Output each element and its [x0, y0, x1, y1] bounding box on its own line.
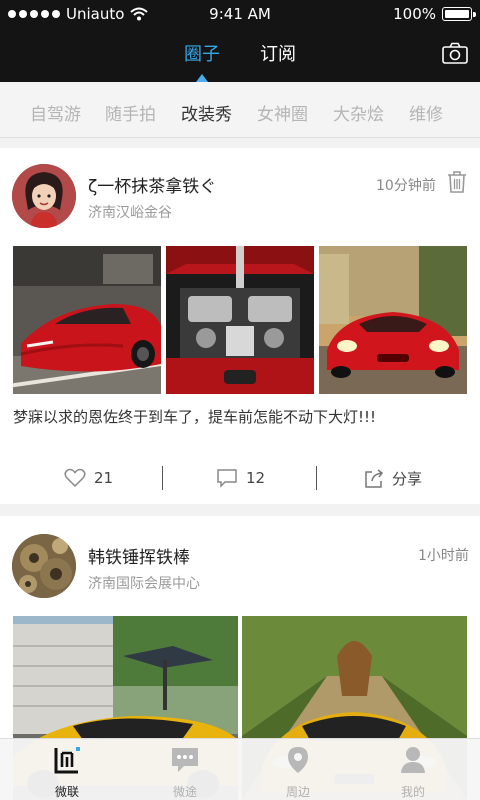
avatar-illustration: [12, 164, 76, 228]
tab-label: 周边: [285, 785, 310, 799]
like-button[interactable]: 21: [64, 468, 113, 488]
post-photo[interactable]: [319, 246, 467, 394]
trash-icon[interactable]: [446, 170, 468, 194]
category-nvshenquan[interactable]: 女神圈: [257, 100, 308, 125]
post-location: 济南国际会展中心: [88, 576, 200, 592]
post-photo[interactable]: [166, 246, 314, 394]
share-button[interactable]: 分享: [364, 468, 422, 489]
category-weixiu[interactable]: 维修: [409, 100, 443, 125]
status-right: 100%: [393, 5, 476, 23]
category-gaizhuangxiu[interactable]: 改装秀: [181, 100, 232, 125]
post-time: 1小时前: [418, 548, 469, 564]
gears-avatar: [12, 534, 76, 598]
weilian-logo-icon: [54, 747, 80, 774]
active-tab-indicator: [196, 74, 208, 82]
post-card: ζ一杯抹茶拿铁ぐ 济南汉峪金谷 10分钟前 梦寐以求的恩佐终于到车了，提车前怎能…: [0, 148, 480, 504]
person-icon: [401, 747, 425, 773]
share-label: 分享: [392, 470, 423, 488]
tab-wode[interactable]: 我的: [373, 745, 453, 800]
red-car-photo: [13, 246, 161, 394]
status-bar: Uniauto 9:41 AM 100%: [0, 0, 480, 28]
location-pin-icon: [288, 747, 308, 773]
post-text: 梦寐以求的恩佐终于到车了，提车前怎能不动下大灯!!!: [13, 408, 377, 426]
chat-bubble-icon: [172, 748, 198, 772]
red-car-front-photo: [319, 246, 467, 394]
comment-icon: [217, 469, 237, 488]
tab-label: 微联: [54, 785, 79, 799]
tab-quanzi[interactable]: 圈子: [184, 40, 220, 66]
category-suishoupai[interactable]: 随手拍: [105, 100, 156, 125]
post-time: 10分钟前: [376, 178, 436, 194]
camera-icon[interactable]: [442, 42, 468, 64]
tab-weilian[interactable]: 微联: [27, 745, 107, 800]
author-name[interactable]: ζ一杯抹茶拿铁ぐ: [88, 172, 216, 197]
top-bar: Uniauto 9:41 AM 100% 圈子 订阅: [0, 0, 480, 82]
tab-weitu[interactable]: 微途: [145, 745, 225, 800]
heart-icon: [64, 468, 86, 488]
author-name[interactable]: 韩铁锤挥铁棒: [88, 543, 190, 568]
avatar[interactable]: [12, 534, 76, 598]
battery-percent: 100%: [393, 5, 436, 23]
bottom-tab-bar: 微联 微途 周边 我的: [0, 738, 480, 800]
like-count: 21: [94, 469, 114, 487]
avatar[interactable]: [12, 164, 76, 228]
engine-photo: [166, 246, 314, 394]
tab-label: 我的: [400, 785, 425, 799]
divider: [316, 466, 317, 490]
comment-button[interactable]: 12: [216, 468, 265, 488]
divider: [162, 466, 163, 490]
comment-count: 12: [246, 469, 266, 487]
post-actions: 21 12 分享: [0, 458, 480, 498]
tab-label: 微途: [172, 785, 197, 799]
category-zijiayou[interactable]: 自驾游: [30, 100, 81, 125]
battery-icon: [442, 7, 476, 21]
share-icon: [365, 468, 384, 488]
scroll-fade: [440, 82, 480, 137]
post-location: 济南汉峪金谷: [88, 205, 172, 221]
post-photo[interactable]: [13, 246, 161, 394]
tab-zhoubian[interactable]: 周边: [258, 745, 338, 800]
category-dazahui[interactable]: 大杂烩: [333, 100, 384, 125]
category-strip: 自驾游 随手拍 改装秀 女神圈 大杂烩 维修: [0, 82, 480, 138]
header-tabs: 圈子 订阅: [0, 40, 480, 70]
tab-dingyue[interactable]: 订阅: [260, 40, 296, 66]
